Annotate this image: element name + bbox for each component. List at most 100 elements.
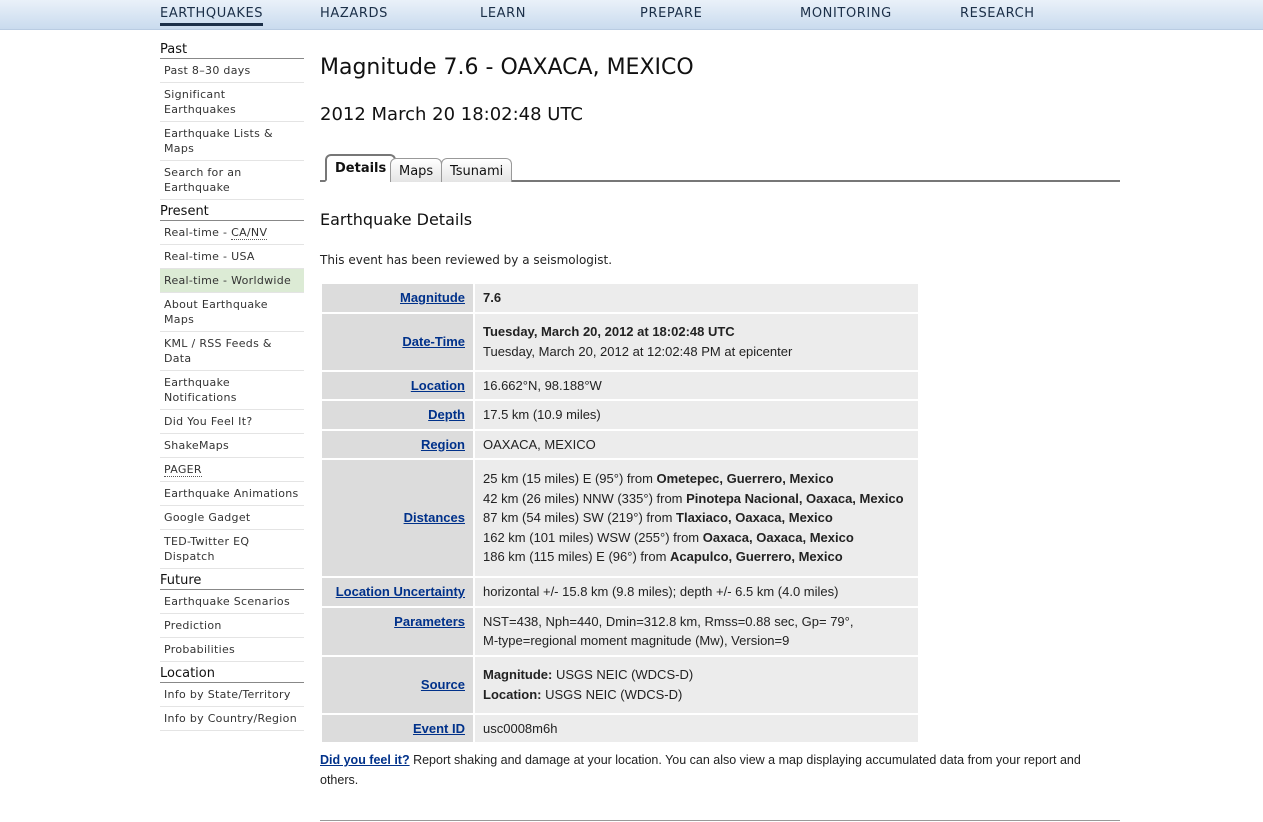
sidebar-item-label: Real-time -	[164, 226, 232, 239]
reviewed-note: This event has been reviewed by a seismo…	[320, 253, 613, 267]
parameters-link[interactable]: Parameters	[394, 614, 465, 629]
sidebar-item-kml-rss[interactable]: KML / RSS Feeds & Data	[160, 332, 304, 371]
event-id-value: usc0008m6h	[475, 714, 918, 742]
earthquake-details-table: Magnitude 7.6 Date-Time Tuesday, March 2…	[320, 282, 920, 744]
distance-place: Acapulco, Guerrero, Mexico	[670, 549, 843, 565]
row-label: Location	[322, 371, 473, 399]
date-time-link[interactable]: Date-Time	[402, 334, 465, 349]
sidebar-heading-past: Past	[160, 40, 304, 59]
event-id-link[interactable]: Event ID	[413, 721, 465, 736]
source-location-label: Location:	[483, 686, 542, 702]
sidebar-item-animations[interactable]: Earthquake Animations	[160, 482, 304, 506]
table-row: Distances 25 km (15 miles) E (95°) from …	[322, 460, 918, 576]
page-title: Magnitude 7.6 - OAXACA, MEXICO	[320, 55, 694, 80]
distance-place: Oaxaca, Oaxaca, Mexico	[702, 529, 854, 545]
nav-prepare[interactable]: PREPARE	[640, 6, 702, 21]
did-you-feel-it-link[interactable]: Did you feel it?	[320, 753, 410, 767]
sidebar-item-notifications[interactable]: Earthquake Notifications	[160, 371, 304, 410]
table-row: Region OAXACA, MEXICO	[322, 430, 918, 458]
source-location-value: USGS NEIC (WDCS-D)	[541, 686, 683, 702]
sidebar-item-info-state[interactable]: Info by State/Territory	[160, 683, 304, 707]
distances-value: 25 km (15 miles) E (95°) from Ometepec, …	[475, 460, 918, 576]
distance-text: 186 km (115 miles) E (96°) from	[483, 549, 671, 565]
row-label: Magnitude	[322, 284, 473, 312]
tab-details[interactable]: Details	[325, 154, 397, 182]
magnitude-value: 7.6	[475, 284, 918, 312]
did-you-feel-it-text: Report shaking and damage at your locati…	[320, 753, 1081, 787]
sidebar: Past Past 8–30 days Significant Earthqua…	[160, 40, 304, 731]
sidebar-item-realtime-worldwide[interactable]: Real-time - Worldwide	[160, 269, 304, 293]
table-row: Depth 17.5 km (10.9 miles)	[322, 401, 918, 429]
depth-value: 17.5 km (10.9 miles)	[475, 401, 918, 429]
sidebar-item-realtime-ca-nv[interactable]: Real-time - CA/NV	[160, 221, 304, 245]
sidebar-heading-future: Future	[160, 571, 304, 590]
source-location: Location: USGS NEIC (WDCS-D)	[483, 685, 910, 705]
distance-text: 25 km (15 miles) E (95°) from	[483, 471, 657, 487]
table-row: Source Magnitude: USGS NEIC (WDCS-D) Loc…	[322, 656, 918, 713]
sidebar-item-did-you-feel-it[interactable]: Did You Feel It?	[160, 410, 304, 434]
distance-line: 87 km (54 miles) SW (219°) from Tlaxiaco…	[483, 508, 910, 528]
distance-text: 162 km (101 miles) WSW (255°) from	[483, 529, 703, 545]
sidebar-item-info-country[interactable]: Info by Country/Region	[160, 707, 304, 731]
location-uncertainty-value: horizontal +/- 15.8 km (9.8 miles); dept…	[475, 578, 918, 606]
sidebar-item-shakemaps[interactable]: ShakeMaps	[160, 434, 304, 458]
nav-research[interactable]: RESEARCH	[960, 6, 1035, 21]
region-link[interactable]: Region	[421, 437, 465, 452]
sidebar-item-scenarios[interactable]: Earthquake Scenarios	[160, 590, 304, 614]
did-you-feel-it-note: Did you feel it? Report shaking and dama…	[320, 750, 1120, 790]
source-link[interactable]: Source	[421, 677, 465, 692]
source-value: Magnitude: USGS NEIC (WDCS-D) Location: …	[475, 656, 918, 713]
sidebar-item-about-maps[interactable]: About Earthquake Maps	[160, 293, 304, 332]
magnitude-link[interactable]: Magnitude	[400, 290, 465, 305]
sidebar-item-earthquake-lists-maps[interactable]: Earthquake Lists & Maps	[160, 122, 304, 161]
row-label: Source	[322, 656, 473, 713]
location-link[interactable]: Location	[411, 378, 465, 393]
location-uncertainty-link[interactable]: Location Uncertainty	[336, 584, 465, 599]
parameters-line: M-type=regional moment magnitude (Mw), V…	[483, 633, 790, 648]
sidebar-item-significant-earthquakes[interactable]: Significant Earthquakes	[160, 83, 304, 122]
parameters-value: NST=438, Nph=440, Dmin=312.8 km, Rmss=0.…	[475, 607, 918, 655]
source-magnitude-label: Magnitude:	[483, 667, 553, 682]
nav-learn[interactable]: LEARN	[480, 6, 526, 21]
source-magnitude: Magnitude: USGS NEIC (WDCS-D)	[483, 665, 910, 685]
depth-link[interactable]: Depth	[428, 407, 465, 422]
location-value: 16.662°N, 98.188°W	[475, 371, 918, 399]
table-row: Magnitude 7.6	[322, 284, 918, 312]
distance-line: 162 km (101 miles) WSW (255°) from Oaxac…	[483, 528, 910, 548]
source-magnitude-value: USGS NEIC (WDCS-D)	[552, 667, 694, 682]
tab-maps[interactable]: Maps	[390, 158, 443, 182]
sidebar-item-realtime-usa[interactable]: Real-time - USA	[160, 245, 304, 269]
divider	[320, 820, 1120, 821]
sidebar-item-google-gadget[interactable]: Google Gadget	[160, 506, 304, 530]
event-datetime-heading: 2012 March 20 18:02:48 UTC	[320, 104, 583, 125]
distance-line: 25 km (15 miles) E (95°) from Ometepec, …	[483, 469, 910, 489]
distance-text: 87 km (54 miles) SW (219°) from	[483, 510, 677, 526]
table-row: Parameters NST=438, Nph=440, Dmin=312.8 …	[322, 607, 918, 655]
nav-earthquakes[interactable]: EARTHQUAKES	[160, 6, 264, 26]
table-row: Location 16.662°N, 98.188°W	[322, 371, 918, 399]
sidebar-item-past-8-30-days[interactable]: Past 8–30 days	[160, 59, 304, 83]
row-label: Parameters	[322, 607, 473, 655]
row-label: Region	[322, 430, 473, 458]
distance-line: 42 km (26 miles) NNW (335°) from Pinotep…	[483, 489, 910, 509]
nav-monitoring[interactable]: MONITORING	[800, 6, 892, 21]
sidebar-item-search-earthquake[interactable]: Search for an Earthquake	[160, 161, 304, 200]
sidebar-item-prediction[interactable]: Prediction	[160, 614, 304, 638]
sidebar-item-pager[interactable]: PAGER	[160, 458, 304, 482]
sidebar-item-ted-twitter[interactable]: TED-Twitter EQ Dispatch	[160, 530, 304, 569]
tab-bar: Details Maps Tsunami	[320, 152, 1120, 182]
section-title: Earthquake Details	[320, 210, 473, 229]
region-value: OAXACA, MEXICO	[475, 430, 918, 458]
date-time-value: Tuesday, March 20, 2012 at 18:02:48 UTC …	[475, 313, 918, 370]
distance-place: Ometepec, Guerrero, Mexico	[656, 471, 834, 487]
tab-tsunami[interactable]: Tsunami	[441, 158, 513, 182]
nav-hazards[interactable]: HAZARDS	[320, 6, 388, 21]
distance-text: 42 km (26 miles) NNW (335°) from	[483, 490, 687, 506]
row-label: Depth	[322, 401, 473, 429]
distances-link[interactable]: Distances	[404, 510, 465, 525]
distance-line: 186 km (115 miles) E (96°) from Acapulco…	[483, 547, 910, 567]
sidebar-item-probabilities[interactable]: Probabilities	[160, 638, 304, 662]
sidebar-heading-location: Location	[160, 664, 304, 683]
top-navigation: EARTHQUAKES HAZARDS LEARN PREPARE MONITO…	[0, 0, 1263, 30]
distance-place: Pinotepa Nacional, Oaxaca, Mexico	[686, 490, 904, 506]
